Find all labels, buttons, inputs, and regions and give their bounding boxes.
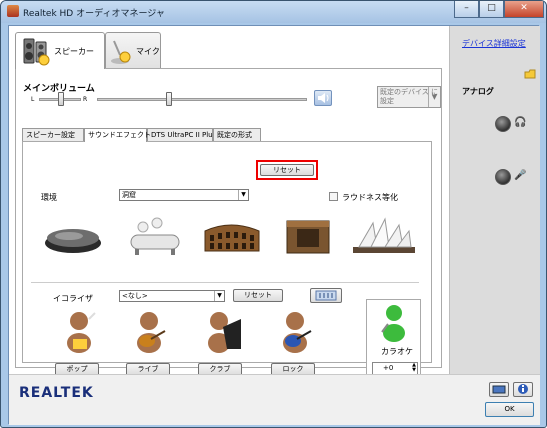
info-icon bbox=[518, 384, 528, 394]
equalizer-icon bbox=[315, 290, 337, 301]
minimize-button[interactable]: – bbox=[454, 1, 479, 18]
equalizer-reset-button[interactable]: リセット bbox=[233, 289, 283, 302]
karaoke-icon bbox=[381, 305, 405, 342]
analog-label: アナログ bbox=[462, 87, 494, 96]
mic-small-icon: 🎤 bbox=[514, 170, 527, 181]
subtab-dts[interactable]: DTS UltraPC II Plus bbox=[147, 128, 216, 141]
maximize-button[interactable]: □ bbox=[479, 1, 504, 18]
subtab-sound-effects[interactable]: サウンドエフェクト bbox=[84, 128, 151, 142]
env-bathtub-icon[interactable] bbox=[121, 213, 191, 261]
advanced-settings-link[interactable]: デバイス詳細設定 bbox=[462, 38, 526, 49]
balance-right-label: R bbox=[83, 96, 88, 103]
microphone-icon bbox=[111, 40, 131, 64]
section-divider bbox=[31, 282, 419, 283]
loudness-label: ラウドネス等化 bbox=[342, 193, 398, 202]
environment-label: 環境 bbox=[41, 193, 57, 202]
footer: REALTEK OK bbox=[9, 374, 540, 425]
mute-button[interactable] bbox=[314, 90, 332, 106]
environment-reset-button[interactable]: リセット bbox=[260, 164, 314, 176]
realtek-logo: REALTEK bbox=[19, 385, 94, 401]
chevron-down-icon: ▼ bbox=[428, 87, 440, 107]
club-pianist-icon bbox=[205, 309, 243, 353]
realtek-app-icon bbox=[7, 5, 19, 17]
tab-mic-label: マイク bbox=[136, 47, 160, 56]
battery-settings-button[interactable] bbox=[489, 382, 509, 397]
pop-singer-icon bbox=[61, 309, 99, 353]
karaoke-value: +0 bbox=[383, 364, 394, 372]
set-default-device-dropdown[interactable]: 既定のデバイス に設定 ▼ bbox=[377, 86, 441, 108]
side-panel: デバイス詳細設定 アナログ 🎧 🎤 bbox=[449, 26, 540, 374]
subtab-default-format[interactable]: 既定の形式 bbox=[213, 128, 261, 141]
env-stone-room-icon[interactable] bbox=[273, 213, 343, 261]
karaoke-label: カラオケ bbox=[381, 347, 413, 356]
mic-jack[interactable] bbox=[495, 169, 511, 185]
subtab-speaker-settings[interactable]: スピーカー設定 bbox=[22, 128, 84, 141]
app-window: Realtek HD オーディオマネージャ – □ ✕ スピーカー マイク メイ… bbox=[0, 0, 547, 428]
chevron-down-icon: ▼ bbox=[214, 291, 224, 301]
balance-left-label: L bbox=[31, 96, 35, 103]
window-title: Realtek HD オーディオマネージャ bbox=[23, 9, 165, 19]
volume-slider-thumb[interactable] bbox=[166, 92, 172, 106]
tab-speaker[interactable]: スピーカー bbox=[15, 32, 105, 69]
graphic-eq-button[interactable] bbox=[310, 288, 342, 303]
rock-guitarist-icon bbox=[277, 309, 315, 353]
balance-slider-thumb[interactable] bbox=[58, 92, 64, 106]
battery-icon bbox=[492, 385, 506, 394]
env-opera-house-icon[interactable] bbox=[349, 213, 419, 261]
main-panel: スピーカー マイク メインボリューム L R 既定のデバイス に設定 ▼ スピー… bbox=[9, 26, 448, 381]
tab-speaker-label: スピーカー bbox=[54, 47, 94, 56]
equalizer-select[interactable]: <なし> ▼ bbox=[119, 290, 225, 302]
volume-slider-track bbox=[97, 98, 307, 101]
live-guitarist-icon bbox=[131, 309, 169, 353]
loudness-checkbox[interactable] bbox=[329, 192, 338, 201]
speaker-volume-icon bbox=[318, 93, 329, 103]
speaker-icon bbox=[23, 38, 50, 66]
spin-arrows-icon: ▲ ▼ bbox=[412, 362, 416, 373]
tab-mic[interactable]: マイク bbox=[105, 32, 161, 68]
headphone-icon: 🎧 bbox=[514, 117, 527, 128]
ok-button[interactable]: OK bbox=[485, 402, 534, 417]
environment-select[interactable]: 洞窟 ▼ bbox=[119, 189, 249, 201]
equalizer-label: イコライザ bbox=[53, 294, 93, 303]
title-bar: Realtek HD オーディオマネージャ – □ ✕ bbox=[1, 1, 546, 23]
close-button[interactable]: ✕ bbox=[504, 1, 544, 18]
env-stone-icon[interactable] bbox=[39, 213, 109, 261]
env-colosseum-icon[interactable] bbox=[197, 213, 267, 261]
equalizer-value: <なし> bbox=[122, 292, 148, 300]
environment-value: 洞窟 bbox=[122, 191, 136, 199]
headphone-jack[interactable] bbox=[495, 116, 511, 132]
folder-icon[interactable] bbox=[524, 69, 536, 79]
chevron-down-icon: ▼ bbox=[238, 190, 248, 200]
client-area: スピーカー マイク メインボリューム L R 既定のデバイス に設定 ▼ スピー… bbox=[8, 25, 540, 425]
info-button[interactable] bbox=[513, 382, 533, 397]
